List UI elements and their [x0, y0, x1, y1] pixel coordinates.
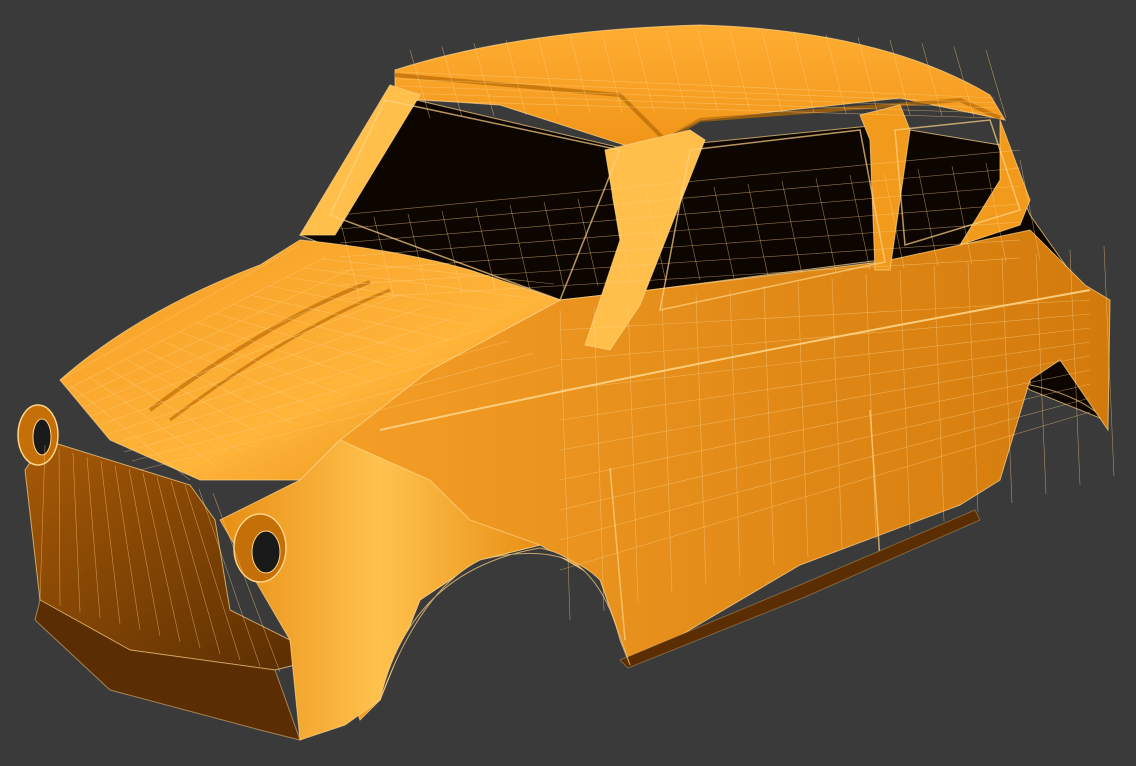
3d-viewport[interactable] — [0, 0, 1136, 766]
left-headlight-hole — [32, 418, 52, 456]
car-model-render — [17, 24, 1115, 741]
right-headlight-hole — [251, 530, 281, 574]
car-body-shell — [17, 24, 1115, 741]
